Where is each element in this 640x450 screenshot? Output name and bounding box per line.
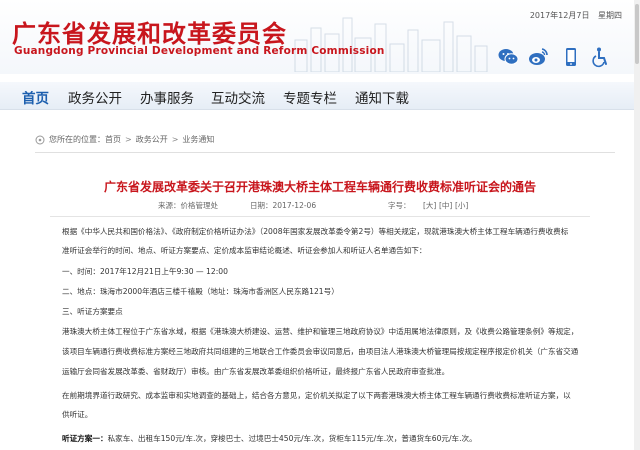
article-paragraph: 一、时间：2017年12月21日上午9:30 — 12:00: [62, 267, 228, 276]
breadcrumb-prefix: 您所在的位置：: [49, 135, 105, 144]
page-scrollbar[interactable]: [634, 0, 640, 450]
article-paragraph: 三、听证方案要点: [62, 307, 123, 316]
article-meta: 来源：价格管理处 日期：2017-12-06 字号： [大] [中] [小]: [140, 199, 520, 213]
city-skyline-decoration: [294, 17, 488, 72]
font-size-medium[interactable]: [中]: [439, 200, 452, 211]
nav-home[interactable]: 首页: [22, 87, 49, 107]
article-paragraph: 运输厅会同省发展改革委、省财政厅）审核。由广东省发展改革委组织价格听证，最终报广…: [62, 367, 450, 376]
font-size-large[interactable]: [大]: [423, 200, 436, 211]
font-size-small[interactable]: [小]: [455, 200, 468, 211]
location-icon: [35, 135, 45, 144]
article-paragraph: 根据《中华人民共和国价格法》、《政府制定价格听证办法》（2008年国家发展改革委…: [62, 227, 569, 236]
scrollbar-thumb[interactable]: [635, 4, 639, 64]
breadcrumb: 您所在的位置： 首页 > 政务公开 > 业务通知: [35, 134, 214, 145]
nav-downloads[interactable]: 通知下载: [355, 87, 409, 107]
article-title: 广东省发展改革委关于召开港珠澳大桥主体工程车辆通行费收费标准听证会的通告: [103, 180, 536, 194]
plan-text: 私家车、出租车150元/车.次，穿梭巴士、过境巴士450元/车.次，货柜车115…: [107, 434, 477, 443]
breadcrumb-separator: >: [171, 135, 179, 144]
breadcrumb-divider: [35, 152, 615, 153]
breadcrumb-separator: >: [125, 135, 132, 144]
nav-interaction[interactable]: 互动交流: [211, 87, 265, 107]
article-paragraph: 港珠澳大桥主体工程位于广东省水域，根据《港珠澳大桥建设、运营、维护和管理三地政府…: [62, 327, 579, 336]
meta-divider: [50, 216, 590, 217]
site-subtitle: Guangdong Provincial Development and Ref…: [14, 45, 385, 57]
article-paragraph: 准听证会举行的时间、地点、听证方案要点、定价成本监审结论概述、听证会参加人和听证…: [62, 246, 427, 255]
plan-label: 听证方案一：: [62, 434, 108, 443]
article-paragraph: 在前期境界道行政研究、成本监审和实地调查的基础上，结合各方意见，定价机关拟定了以…: [62, 391, 571, 400]
site-title[interactable]: 广东省发展和改革委员会: [12, 14, 287, 49]
breadcrumb-home[interactable]: 首页: [105, 134, 121, 145]
breadcrumb-business-notices[interactable]: 业务通知: [182, 134, 214, 145]
site-header: 广东省发展和改革委员会 Guangdong Provincial Develop…: [0, 0, 640, 74]
article-source: 来源：价格管理处: [158, 201, 218, 210]
mobile-icon[interactable]: [560, 46, 582, 68]
article-paragraph: 二、地点：珠海市2000年酒店三楼千禧殿（地址：珠海市香洲区人民东路121号）: [62, 287, 339, 296]
nav-government-affairs[interactable]: 政务公开: [68, 87, 122, 107]
hearing-plan-one: 听证方案一：私家车、出租车150元/车.次，穿梭巴士、过境巴士450元/车.次，…: [62, 433, 477, 444]
accessibility-icon[interactable]: [589, 46, 611, 68]
current-date: 2017年12月7日: [529, 11, 590, 20]
font-size-label: 字号：: [388, 201, 411, 210]
current-weekday: 星期四: [598, 11, 622, 20]
main-nav: 首页 政务公开 办事服务 互动交流 专题专栏 通知下载: [0, 82, 640, 110]
date-display: 2017年12月7日 星期四: [524, 10, 622, 21]
nav-services[interactable]: 办事服务: [140, 87, 194, 107]
article-paragraph: 该项目车辆通行费收费标准方案经三地政府共同组建的三地联合工作委员会审议同意后，由…: [62, 347, 579, 356]
wechat-icon[interactable]: [497, 46, 519, 68]
weibo-icon[interactable]: [527, 46, 549, 68]
article-paragraph: 供听证。: [62, 410, 93, 419]
breadcrumb-government-affairs[interactable]: 政务公开: [136, 134, 168, 145]
article-date: 日期：2017-12-06: [250, 201, 317, 210]
nav-special-topics[interactable]: 专题专栏: [283, 87, 337, 107]
